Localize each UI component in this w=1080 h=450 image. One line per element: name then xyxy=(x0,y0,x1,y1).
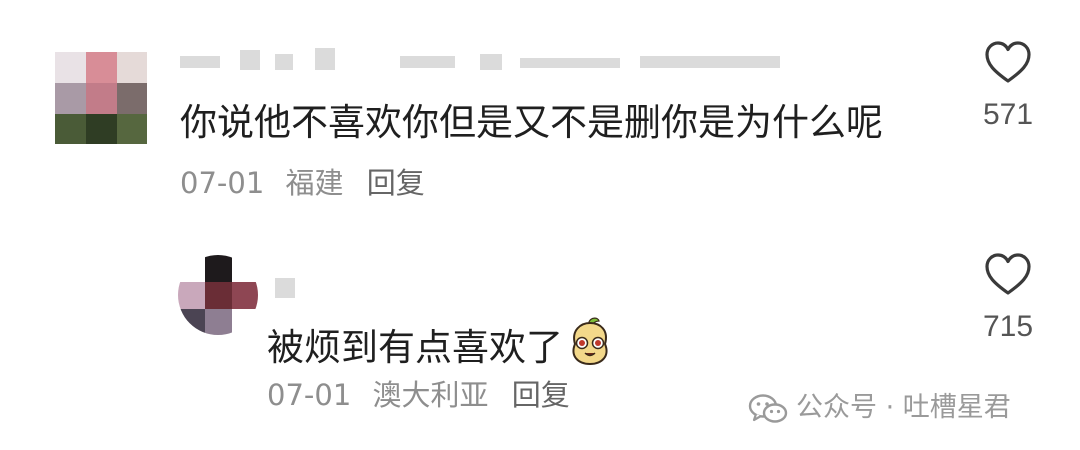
comment-date: 07-01 xyxy=(180,166,265,200)
comment-date: 07-01 xyxy=(267,378,352,412)
comment-text: 你说他不喜欢你但是又不是删你是为什么呢 xyxy=(180,101,883,144)
comment-location: 福建 xyxy=(285,166,344,200)
comment-text: 被烦到有点喜欢了 xyxy=(267,316,613,370)
watermark-text: 公众号 · 吐槽星君 xyxy=(796,392,1011,423)
comment-meta: 07-01 澳大利亚 回复 xyxy=(267,377,570,413)
watermark: 公众号 · 吐槽星君 xyxy=(748,388,1011,428)
avatar[interactable] xyxy=(55,52,147,144)
heart-outline-icon xyxy=(985,41,1031,83)
like-count: 571 xyxy=(982,98,1034,131)
comment-text-body: 被烦到有点喜欢了 xyxy=(267,326,563,369)
username-redacted[interactable] xyxy=(275,273,315,303)
comment-location: 澳大利亚 xyxy=(372,378,489,412)
comment-item: 你说他不喜欢你但是又不是删你是为什么呢 07-01 福建 回复 571 xyxy=(0,0,1080,225)
comment-meta: 07-01 福建 回复 xyxy=(180,165,425,201)
heart-outline-icon xyxy=(985,253,1031,295)
like-button[interactable]: 571 xyxy=(953,40,1063,132)
avatar[interactable] xyxy=(178,255,258,335)
reply-button[interactable]: 回复 xyxy=(367,166,425,200)
like-count: 715 xyxy=(982,310,1034,343)
smiling-bean-emoji xyxy=(572,317,608,366)
username-redacted[interactable] xyxy=(180,42,800,72)
wechat-icon xyxy=(748,393,788,423)
reply-button[interactable]: 回复 xyxy=(512,378,570,412)
like-button[interactable]: 715 xyxy=(953,252,1063,344)
